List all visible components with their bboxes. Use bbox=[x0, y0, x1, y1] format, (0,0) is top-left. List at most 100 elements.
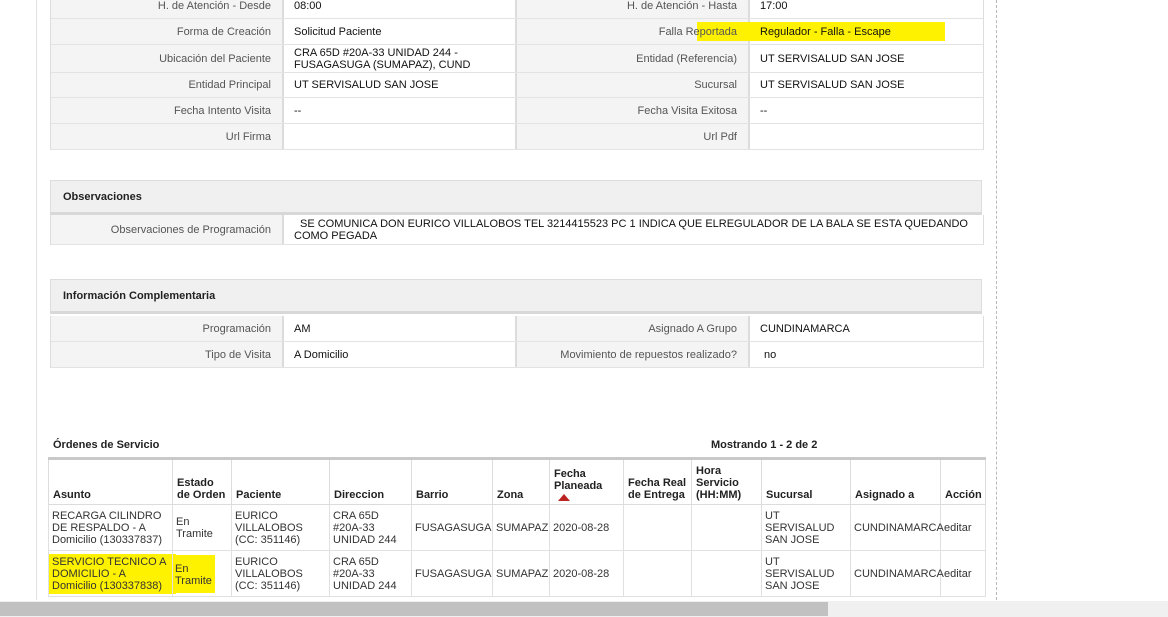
cell-fecha-real bbox=[623, 550, 692, 597]
cell-estado: En Tramite bbox=[172, 550, 232, 597]
sort-ascending-icon bbox=[558, 494, 570, 501]
editar-link[interactable]: editar bbox=[944, 522, 972, 534]
orders-table: Asunto Estado de Orden Paciente Direccio… bbox=[48, 457, 986, 597]
cell-sucursal: UT SERVISALUD SAN JOSE bbox=[761, 550, 851, 597]
detail-row: Ubicación del Paciente CRA 65D #20A-33 U… bbox=[51, 45, 983, 73]
cell-direccion: CRA 65D #20A-33 UNIDAD 244 bbox=[329, 550, 412, 597]
orders-header-row: Asunto Estado de Orden Paciente Direccio… bbox=[48, 457, 986, 505]
value-fecha-visita-exitosa: -- bbox=[750, 98, 983, 123]
cell-asunto: RECARGA CILINDRO DE RESPALDO - A Domicil… bbox=[48, 504, 173, 551]
cell-paciente: EURICO VILLALOBOS (CC: 351146) bbox=[231, 504, 330, 551]
col-hora-servicio[interactable]: Hora Servicio (HH:MM) bbox=[691, 457, 762, 505]
editar-link[interactable]: editar bbox=[944, 568, 972, 580]
detail-grid: H. de Atención - Desde 08:00 H. de Atenc… bbox=[50, 0, 984, 150]
label-entidad-principal: Entidad Principal bbox=[51, 73, 284, 97]
col-asunto[interactable]: Asunto bbox=[48, 457, 173, 505]
label-url-firma: Url Firma bbox=[51, 124, 284, 149]
cell-fecha-planeada: 2020-08-28 bbox=[549, 550, 624, 597]
label-fecha-visita-exitosa: Fecha Visita Exitosa bbox=[517, 98, 750, 123]
cell-sucursal: UT SERVISALUD SAN JOSE bbox=[761, 504, 851, 551]
content-left-border bbox=[36, 0, 37, 600]
col-asignado[interactable]: Asignado a bbox=[850, 457, 941, 505]
observaciones-grid: Observaciones de Programación SE COMUNIC… bbox=[50, 215, 984, 245]
info-row: Tipo de Visita A Domicilio Movimiento de… bbox=[51, 342, 983, 368]
cell-direccion: CRA 65D #20A-33 UNIDAD 244 bbox=[329, 504, 412, 551]
col-zona[interactable]: Zona bbox=[492, 457, 550, 505]
col-fecha-planeada-label: Fecha Planeada bbox=[554, 468, 603, 492]
cell-accion: editar bbox=[940, 550, 986, 597]
value-url-pdf bbox=[750, 124, 983, 149]
cell-paciente: EURICO VILLALOBOS (CC: 351146) bbox=[231, 550, 330, 597]
cell-hora-servicio bbox=[691, 550, 762, 597]
value-asignado-grupo: CUNDINAMARCA bbox=[750, 316, 983, 341]
value-forma-creacion: Solicitud Paciente bbox=[284, 19, 517, 44]
label-falla-reportada: Falla Reportada bbox=[517, 19, 750, 44]
label-asignado-grupo: Asignado A Grupo bbox=[517, 316, 750, 341]
cell-barrio: FUSAGASUGA bbox=[411, 504, 493, 551]
label-hora-hasta: H. de Atención - Hasta bbox=[517, 0, 750, 18]
cell-fecha-planeada: 2020-08-28 bbox=[549, 504, 624, 551]
label-ubicacion-paciente: Ubicación del Paciente bbox=[51, 45, 284, 72]
value-tipo-visita: A Domicilio bbox=[284, 342, 517, 367]
value-programacion: AM bbox=[284, 316, 517, 341]
info-complementaria-grid: Programación AM Asignado A Grupo CUNDINA… bbox=[50, 316, 984, 368]
cell-estado: En Tramite bbox=[172, 504, 232, 551]
value-url-firma bbox=[284, 124, 517, 149]
cell-hora-servicio bbox=[691, 504, 762, 551]
detail-row: Forma de Creación Solicitud Paciente Fal… bbox=[51, 19, 983, 45]
col-barrio[interactable]: Barrio bbox=[411, 457, 493, 505]
detail-row: Url Firma Url Pdf bbox=[51, 124, 983, 150]
orders-count: Mostrando 1 - 2 de 2 bbox=[711, 439, 818, 451]
cell-zona: SUMAPAZ bbox=[492, 550, 550, 597]
col-fecha-planeada[interactable]: Fecha Planeada bbox=[549, 457, 624, 505]
detail-row: Entidad Principal UT SERVISALUD SAN JOSE… bbox=[51, 73, 983, 98]
detail-row: Fecha Intento Visita -- Fecha Visita Exi… bbox=[51, 98, 983, 124]
info-complementaria-header: Información Complementaria bbox=[50, 279, 982, 314]
label-tipo-visita: Tipo de Visita bbox=[51, 342, 284, 367]
cell-asunto: SERVICIO TECNICO A DOMICILIO - A Domicil… bbox=[48, 550, 176, 597]
label-observaciones-programacion: Observaciones de Programación bbox=[51, 215, 284, 244]
observaciones-row: Observaciones de Programación SE COMUNIC… bbox=[51, 215, 983, 245]
cell-asignado: CUNDINAMARCA bbox=[850, 550, 944, 597]
highlight-mark: SERVICIO TECNICO A DOMICILIO - A Domicil… bbox=[49, 553, 176, 594]
observaciones-header: Observaciones bbox=[50, 180, 982, 215]
label-programacion: Programación bbox=[51, 316, 284, 341]
value-observaciones-programacion: SE COMUNICA DON EURICO VILLALOBOS TEL 32… bbox=[284, 215, 983, 244]
table-row: SERVICIO TECNICO A DOMICILIO - A Domicil… bbox=[48, 550, 986, 597]
cell-fecha-real bbox=[623, 504, 692, 551]
label-sucursal: Sucursal bbox=[517, 73, 750, 97]
label-hora-desde: H. de Atención - Desde bbox=[51, 0, 284, 18]
highlight-mark: En Tramite bbox=[172, 554, 215, 593]
cell-barrio: FUSAGASUGA bbox=[411, 550, 493, 597]
col-sucursal[interactable]: Sucursal bbox=[761, 457, 851, 505]
detail-row: H. de Atención - Desde 08:00 H. de Atenc… bbox=[51, 0, 983, 19]
value-movimiento-repuestos: no bbox=[750, 342, 983, 367]
horizontal-scrollbar[interactable] bbox=[0, 601, 1168, 617]
col-direccion[interactable]: Direccion bbox=[329, 457, 412, 505]
col-paciente[interactable]: Paciente bbox=[231, 457, 330, 505]
value-fecha-intento-visita: -- bbox=[284, 98, 517, 123]
info-row: Programación AM Asignado A Grupo CUNDINA… bbox=[51, 316, 983, 342]
value-hora-desde: 08:00 bbox=[284, 0, 517, 18]
value-sucursal: UT SERVISALUD SAN JOSE bbox=[750, 73, 983, 97]
scrollbar-thumb[interactable] bbox=[0, 602, 828, 616]
cell-accion: editar bbox=[940, 504, 986, 551]
value-entidad-referencia: UT SERVISALUD SAN JOSE bbox=[750, 45, 983, 72]
col-fecha-real[interactable]: Fecha Real de Entrega bbox=[623, 457, 692, 505]
table-row: RECARGA CILINDRO DE RESPALDO - A Domicil… bbox=[48, 504, 986, 551]
value-hora-hasta: 17:00 bbox=[750, 0, 983, 18]
col-accion: Acción bbox=[940, 457, 986, 505]
col-estado-orden[interactable]: Estado de Orden bbox=[172, 457, 232, 505]
label-entidad-referencia: Entidad (Referencia) bbox=[517, 45, 750, 72]
orders-title: Órdenes de Servicio bbox=[53, 439, 160, 451]
label-fecha-intento-visita: Fecha Intento Visita bbox=[51, 98, 284, 123]
value-ubicacion-paciente: CRA 65D #20A-33 UNIDAD 244 - FUSAGASUGA … bbox=[284, 45, 517, 72]
label-forma-creacion: Forma de Creación bbox=[51, 19, 284, 44]
label-url-pdf: Url Pdf bbox=[517, 124, 750, 149]
value-entidad-principal: UT SERVISALUD SAN JOSE bbox=[284, 73, 517, 97]
cell-zona: SUMAPAZ bbox=[492, 504, 550, 551]
label-movimiento-repuestos: Movimiento de repuestos realizado? bbox=[517, 342, 750, 367]
value-falla-reportada: Regulador - Falla - Escape bbox=[750, 19, 983, 44]
cell-asignado: CUNDINAMARCA bbox=[850, 504, 944, 551]
content-right-dashed-border bbox=[996, 0, 997, 600]
